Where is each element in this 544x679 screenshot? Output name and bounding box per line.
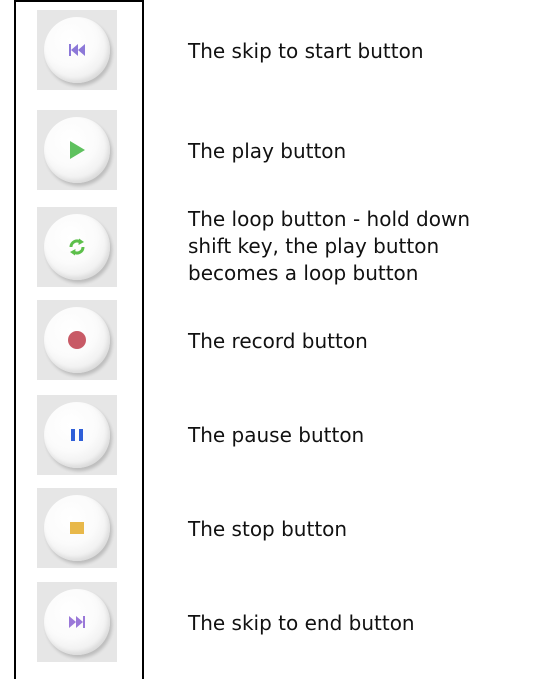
- pause-button[interactable]: [37, 395, 117, 475]
- stop-icon: [69, 521, 85, 535]
- button-face: [44, 17, 110, 83]
- play-button[interactable]: [37, 110, 117, 190]
- skip-to-end-button[interactable]: [37, 582, 117, 662]
- pause-icon: [70, 428, 84, 442]
- skip-to-start-label: The skip to start button: [188, 39, 424, 63]
- loop-label: The loop button - hold down shift key, t…: [188, 207, 471, 285]
- play-icon: [68, 140, 86, 160]
- button-face: [44, 117, 110, 183]
- skip-to-start-icon: [69, 43, 85, 57]
- button-face: [44, 495, 110, 561]
- pause-label: The pause button: [188, 423, 365, 447]
- button-face: [44, 307, 110, 373]
- skip-to-end-icon: [69, 615, 85, 629]
- play-label: The play button: [188, 139, 347, 163]
- button-face: [44, 402, 110, 468]
- skip-to-end-label: The skip to end button: [188, 611, 415, 635]
- button-face: [44, 214, 110, 280]
- record-icon: [67, 330, 87, 350]
- record-label: The record button: [188, 329, 368, 353]
- loop-icon: [67, 237, 87, 257]
- skip-to-start-button[interactable]: [37, 10, 117, 90]
- stop-button[interactable]: [37, 488, 117, 568]
- stop-label: The stop button: [188, 517, 348, 541]
- record-button[interactable]: [37, 300, 117, 380]
- button-face: [44, 589, 110, 655]
- loop-button[interactable]: [37, 207, 117, 287]
